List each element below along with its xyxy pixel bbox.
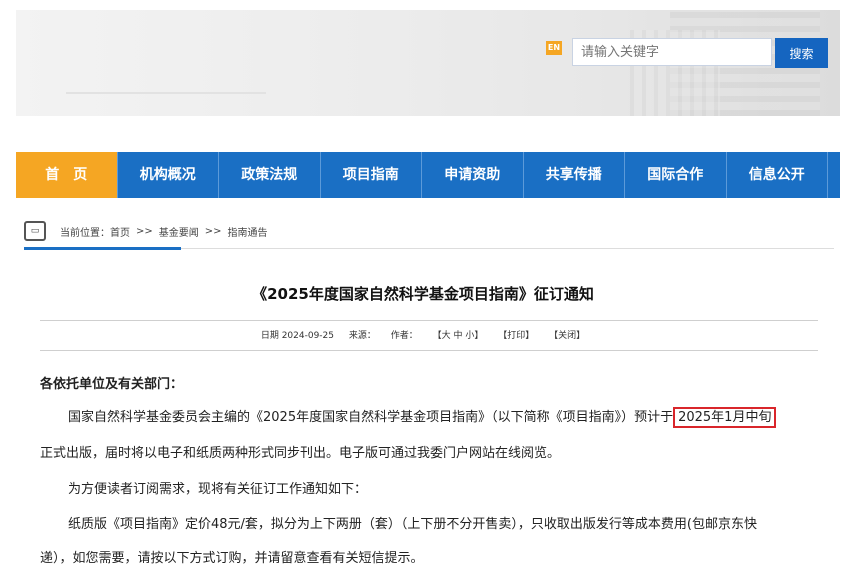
nav-item-policies[interactable]: 政策法规 [219, 152, 321, 198]
nav-item-international[interactable]: 国际合作 [625, 152, 727, 198]
paragraph-2: 为方便读者订阅需求，现将有关征订工作通知如下： [68, 482, 368, 497]
breadcrumb: ▭ 当前位置：首页 >> 基金要闻 >> 指南通告 [24, 219, 274, 243]
search-button[interactable]: 搜索 [775, 38, 828, 68]
breadcrumb-separator: >> [136, 225, 153, 237]
article-title: 《2025年度国家自然科学基金项目指南》征订通知 [252, 285, 594, 303]
nav-item-home[interactable]: 首 页 [16, 152, 118, 198]
paragraph-3: 纸质版《项目指南》定价48元/套，拟分为上下两册（套）（上下册不分开售卖），只收… [68, 517, 757, 532]
nav-item-apply-funding[interactable]: 申请资助 [422, 152, 524, 198]
breadcrumb-notices[interactable]: 指南通告 [228, 224, 268, 239]
article-meta: 日期 2024-09-25 来源： 作者： 【大 中 小】 【打印】 【关闭】 [0, 328, 846, 341]
salutation: 各依托单位及有关部门： [40, 377, 184, 392]
meta-divider-top [40, 320, 818, 321]
english-language-icon[interactable]: EN [546, 41, 562, 55]
breadcrumb-home[interactable]: 当前位置：首页 [60, 224, 130, 239]
location-icon: ▭ [24, 221, 46, 241]
search-input[interactable] [572, 38, 772, 66]
nav-item-info-disclosure[interactable]: 信息公开 [727, 152, 828, 198]
close-link[interactable]: 【关闭】 [549, 331, 585, 341]
banner-decoration [66, 92, 266, 94]
breadcrumb-news[interactable]: 基金要闻 [159, 224, 199, 239]
paragraph-3-cont: 递），如您需要，请按以下方式订购，并请留意查看有关短信提示。 [40, 551, 424, 566]
main-nav: 首 页 机构概况 政策法规 项目指南 申请资助 共享传播 国际合作 信息公开 [16, 152, 840, 198]
breadcrumb-separator: >> [204, 225, 222, 237]
nav-item-project-guide[interactable]: 项目指南 [321, 152, 422, 198]
font-size-control[interactable]: 【大 中 小】 [433, 331, 484, 341]
breadcrumb-accent [24, 247, 181, 250]
print-link[interactable]: 【打印】 [498, 331, 534, 341]
paragraph-1-cont: 正式出版，届时将以电子和纸质两种形式同步刊出。电子版可通过我委门户网站在线阅览。 [40, 446, 561, 461]
meta-divider-bottom [40, 350, 818, 351]
paragraph-1-text: 国家自然科学基金委员会主编的《2025年度国家自然科学基金项目指南》（以下简称《… [68, 410, 674, 425]
article-date: 日期 2024-09-25 [260, 331, 334, 341]
nav-item-sharing[interactable]: 共享传播 [524, 152, 625, 198]
article-author: 作者： [390, 331, 418, 341]
nav-item-organization[interactable]: 机构概况 [118, 152, 219, 198]
article-source: 来源： [348, 331, 376, 341]
highlighted-date: 2025年1月中旬 [673, 407, 777, 428]
paragraph-1: 国家自然科学基金委员会主编的《2025年度国家自然科学基金项目指南》（以下简称《… [68, 406, 777, 428]
